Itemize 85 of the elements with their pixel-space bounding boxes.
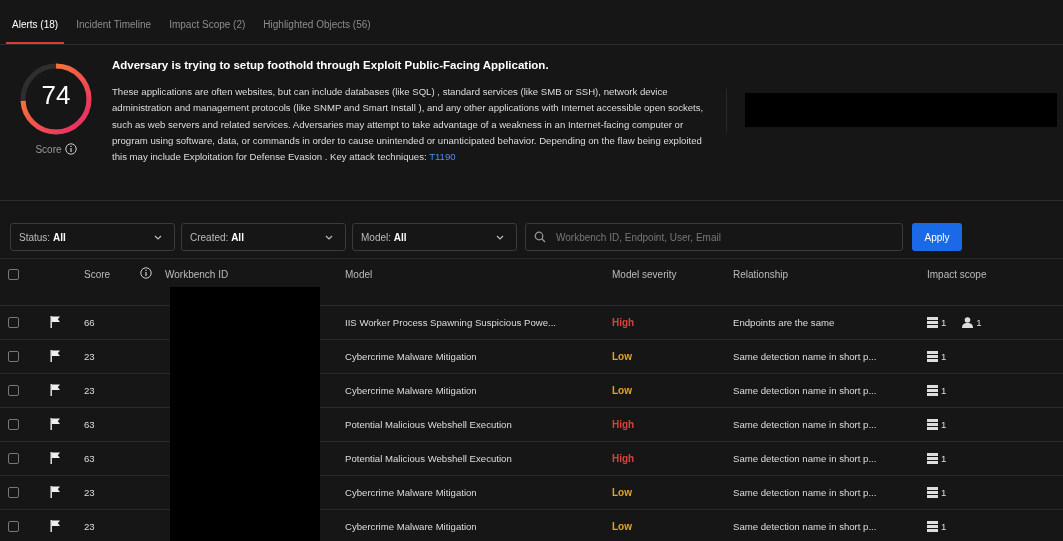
info-icon[interactable] bbox=[64, 143, 77, 155]
technique-link[interactable]: T1190 bbox=[429, 151, 456, 163]
checkbox[interactable] bbox=[8, 487, 19, 498]
checkbox[interactable] bbox=[8, 268, 19, 280]
apply-button[interactable]: Apply bbox=[912, 223, 962, 251]
chevron-down-icon bbox=[325, 234, 333, 240]
severity-label: High bbox=[612, 453, 635, 464]
column-header[interactable]: Impact scope bbox=[927, 268, 1063, 280]
score-cell-text: 23 bbox=[84, 385, 96, 396]
checkbox[interactable] bbox=[8, 351, 19, 362]
checkbox[interactable] bbox=[8, 419, 19, 430]
model-cell-text: Potential Malicious Webshell Execution bbox=[345, 419, 513, 430]
column-header[interactable]: Model bbox=[345, 268, 612, 280]
severity-label: Low bbox=[612, 385, 632, 396]
score-cell-text: 63 bbox=[84, 419, 96, 430]
user-icon bbox=[962, 317, 974, 328]
chevron-down-icon bbox=[496, 234, 504, 240]
server-icon bbox=[927, 521, 938, 532]
server-icon bbox=[927, 351, 938, 362]
relationship-cell-text: Same detection name in short p... bbox=[733, 487, 878, 498]
impact-count: 1 bbox=[976, 317, 982, 328]
alert-description: These applications are often websites, but can include databases (like SQL) , standard services (like SMB or SSH), network device administration and management protocols (like SNMP and Smart Install ), and any other applications with Internet accessible open sockets, such as web servers and related services. Adversaries may attempt to take advantage of a weakness in an Internet-facing computer or program using software, data, or commands in order to cause unintended or unanticipated behavior. Depending on the flaw being exploited this may include Exploitation for Defense Evasion . Key attack techniques: T1190 bbox=[112, 85, 705, 165]
relationship-cell-text: Same detection name in short p... bbox=[733, 419, 878, 430]
server-icon bbox=[927, 317, 938, 328]
score-cell-text: 63 bbox=[84, 453, 96, 464]
severity-label: High bbox=[612, 419, 635, 430]
impact-count: 1 bbox=[941, 385, 947, 396]
server-icon bbox=[927, 385, 938, 396]
alert-title: Adversary is trying to setup foothold through Exploit Public-Facing Application. bbox=[112, 59, 550, 71]
search-icon bbox=[534, 231, 546, 243]
flag-icon[interactable] bbox=[50, 315, 61, 328]
score-cell-text: 23 bbox=[84, 351, 96, 362]
relationship-cell-text: Endpoints are the same bbox=[733, 317, 836, 328]
model-cell-text: IIS Worker Process Spawning Suspicious Powe... bbox=[345, 317, 557, 328]
model-cell-text: Cybercrime Malware Mitigation bbox=[345, 521, 478, 532]
impact-count: 1 bbox=[941, 351, 947, 362]
severity-label: High bbox=[612, 317, 635, 328]
checkbox[interactable] bbox=[8, 317, 19, 328]
model-cell-text: Cybercrime Malware Mitigation bbox=[345, 351, 478, 362]
relationship-cell-text: Same detection name in short p... bbox=[733, 351, 878, 362]
relationship-cell-text: Same detection name in short p... bbox=[733, 385, 878, 396]
filter-dropdown[interactable]: Status: All bbox=[10, 223, 175, 251]
tab[interactable]: Impact Scope (2) bbox=[163, 19, 252, 44]
impact-count: 1 bbox=[941, 521, 947, 532]
server-icon bbox=[927, 487, 938, 498]
flag-icon[interactable] bbox=[50, 349, 61, 362]
flag-icon[interactable] bbox=[50, 485, 61, 498]
model-cell-text: Cybercrime Malware Mitigation bbox=[345, 487, 478, 498]
column-header[interactable]: Relationship bbox=[733, 268, 927, 280]
checkbox[interactable] bbox=[8, 385, 19, 396]
info-icon[interactable] bbox=[140, 267, 152, 279]
relationship-cell-text: Same detection name in short p... bbox=[733, 521, 878, 532]
severity-label: Low bbox=[612, 521, 632, 532]
tab[interactable]: Highlighted Objects (56) bbox=[257, 19, 377, 44]
score-value: 74 bbox=[40, 80, 72, 111]
score-label: Score bbox=[35, 143, 62, 155]
flag-icon[interactable] bbox=[50, 417, 61, 430]
impact-count: 1 bbox=[941, 419, 947, 430]
relationship-cell-text: Same detection name in short p... bbox=[733, 453, 878, 464]
search-field[interactable]: Workbench ID, Endpoint, User, Email bbox=[525, 223, 903, 251]
checkbox[interactable] bbox=[8, 453, 19, 464]
flag-icon[interactable] bbox=[50, 383, 61, 396]
server-icon bbox=[927, 419, 938, 430]
score-cell-text: 23 bbox=[84, 521, 96, 532]
impact-count: 1 bbox=[941, 317, 947, 328]
flag-icon[interactable] bbox=[50, 451, 61, 464]
score-cell-text: 23 bbox=[84, 487, 96, 498]
impact-count: 1 bbox=[941, 453, 947, 464]
filter-dropdown[interactable]: Model: All bbox=[352, 223, 517, 251]
severity-label: Low bbox=[612, 351, 632, 362]
model-cell-text: Potential Malicious Webshell Execution bbox=[345, 453, 513, 464]
column-header[interactable]: Workbench ID bbox=[165, 268, 345, 280]
model-cell-text: Cybercrime Malware Mitigation bbox=[345, 385, 478, 396]
checkbox[interactable] bbox=[8, 521, 19, 532]
server-icon bbox=[927, 453, 938, 464]
column-header[interactable]: Model severity bbox=[612, 268, 733, 280]
score-cell-text: 66 bbox=[84, 317, 96, 328]
tab[interactable]: Incident Timeline bbox=[70, 19, 158, 44]
column-header[interactable]: Score bbox=[84, 268, 140, 280]
tab[interactable]: Alerts (18) bbox=[6, 19, 65, 44]
flag-icon[interactable] bbox=[50, 519, 61, 532]
severity-label: Low bbox=[612, 487, 632, 498]
filter-dropdown[interactable]: Created: All bbox=[181, 223, 346, 251]
impact-count: 1 bbox=[941, 487, 947, 498]
chevron-down-icon bbox=[154, 234, 162, 240]
